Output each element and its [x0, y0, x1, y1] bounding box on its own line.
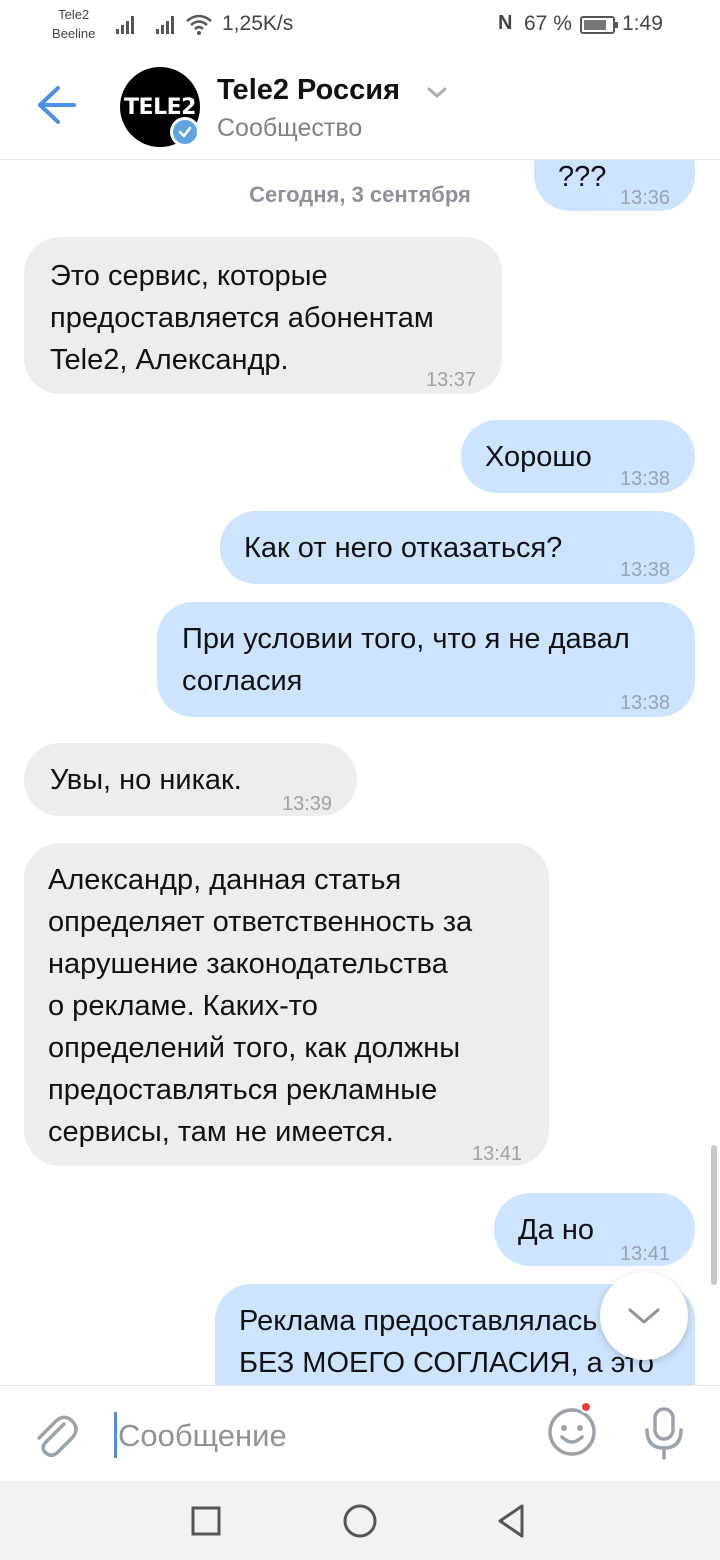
- message-bubble-outgoing[interactable]: Хорошо 13:38: [461, 420, 695, 493]
- operator-2: Beeline: [52, 26, 96, 41]
- operator-names: Tele2 Beeline: [52, 5, 95, 43]
- chevron-down-icon[interactable]: [425, 85, 449, 101]
- message-list[interactable]: ??? 13:36 Сегодня, 3 сентября Это сервис…: [0, 160, 720, 1385]
- message-text: Хорошо: [485, 441, 592, 473]
- message-text: Да но: [518, 1214, 594, 1246]
- wifi-icon: [186, 14, 212, 35]
- attach-button[interactable]: [34, 1410, 80, 1465]
- date-label: Сегодня, 3 сентября: [249, 182, 471, 207]
- message-bubble-incoming[interactable]: Это сервис, которые предоставляется абон…: [24, 237, 502, 394]
- microphone-icon: [645, 1407, 683, 1460]
- home-icon[interactable]: [340, 1501, 380, 1541]
- message-input[interactable]: [118, 1414, 518, 1458]
- notification-dot: [580, 1401, 592, 1413]
- clock: 1:49: [622, 12, 663, 35]
- smile-icon: [548, 1408, 596, 1456]
- screen: Tele2 Beeline 1,25K/s N 67 % 1:49 TELE2 …: [0, 0, 720, 1560]
- arrow-left-icon: [38, 86, 76, 124]
- chevron-down-icon: [628, 1308, 660, 1324]
- message-text: Это сервис, которые предоставляется абон…: [50, 260, 434, 376]
- message-time: 13:38: [620, 468, 671, 490]
- message-time: 13:39: [282, 793, 333, 815]
- nfc-icon: N: [498, 12, 513, 34]
- back-button[interactable]: [28, 80, 84, 130]
- text-cursor: [114, 1412, 117, 1458]
- operator-1: Tele2: [58, 7, 90, 22]
- voice-message-button[interactable]: [642, 1406, 686, 1467]
- battery-percent: 67 %: [524, 12, 572, 35]
- recent-apps-icon[interactable]: [186, 1501, 226, 1541]
- verified-badge: [170, 117, 200, 147]
- battery-icon: [580, 16, 618, 34]
- scrollbar[interactable]: [711, 1145, 717, 1285]
- message-composer: [0, 1385, 720, 1481]
- message-time: 13:37: [426, 369, 477, 391]
- signal-icon: [116, 16, 134, 34]
- system-nav-bar: [0, 1481, 720, 1560]
- signal-icon: [156, 16, 174, 34]
- avatar-logo-text: TELE2: [124, 94, 196, 120]
- chat-title[interactable]: Tele2 Россия: [217, 74, 400, 107]
- message-text: Александр, данная статья определяет отве…: [48, 864, 473, 1148]
- back-nav-icon[interactable]: [492, 1501, 532, 1541]
- message-text: Увы, но никак.: [50, 764, 242, 796]
- checkmark-icon: [178, 126, 192, 138]
- network-speed: 1,25K/s: [222, 12, 294, 35]
- message-time: 13:38: [620, 559, 671, 581]
- message-time: 13:38: [620, 692, 671, 714]
- message-bubble-outgoing[interactable]: Да но 13:41: [494, 1193, 695, 1266]
- message-bubble-outgoing[interactable]: Как от него отказаться? 13:38: [220, 511, 695, 584]
- date-separator: Сегодня, 3 сентября: [0, 182, 720, 208]
- paperclip-icon: [37, 1415, 78, 1457]
- emoji-button[interactable]: [546, 1406, 598, 1463]
- message-time: 13:41: [620, 1243, 671, 1265]
- message-text: Как от него отказаться?: [244, 532, 563, 564]
- message-time: 13:41: [472, 1143, 523, 1165]
- scroll-down-button[interactable]: [600, 1272, 688, 1360]
- chat-subtitle: Сообщество: [217, 114, 363, 142]
- message-text: При условии того, что я не давал согласи…: [182, 623, 630, 697]
- message-bubble-incoming[interactable]: Александр, данная статья определяет отве…: [24, 843, 549, 1166]
- message-bubble-incoming[interactable]: Увы, но никак. 13:39: [24, 743, 357, 816]
- message-text: Реклама предоставлялась БЕЗ МОЕГО СОГЛАС…: [239, 1305, 655, 1379]
- chat-header: TELE2 Tele2 Россия Сообщество: [0, 52, 720, 160]
- message-bubble-outgoing[interactable]: При условии того, что я не давал согласи…: [157, 602, 695, 717]
- status-bar: Tele2 Beeline 1,25K/s N 67 % 1:49: [0, 0, 720, 52]
